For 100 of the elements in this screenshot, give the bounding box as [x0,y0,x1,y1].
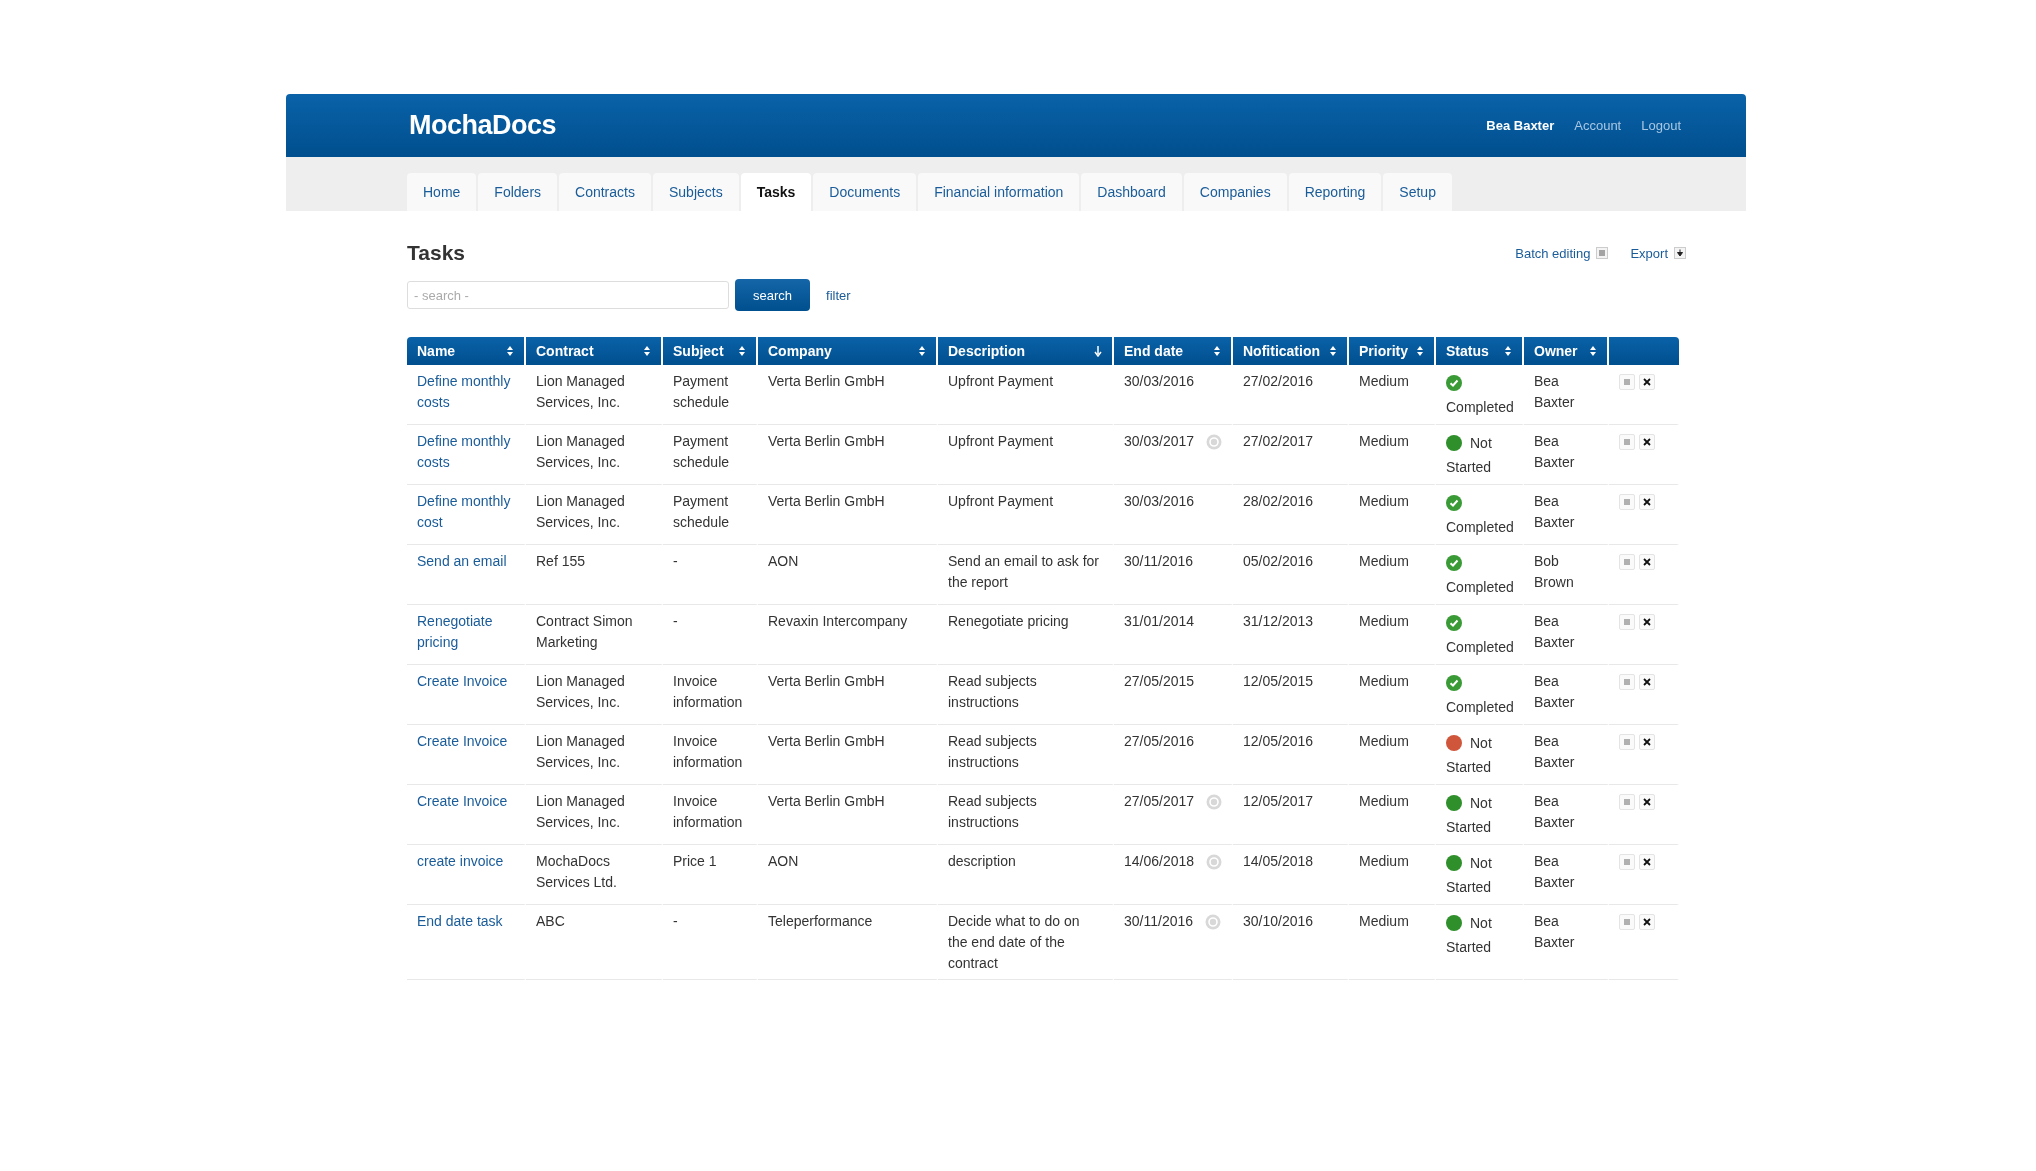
delete-button[interactable] [1639,554,1655,570]
table-cell: Send an email to ask for the report [948,553,1099,590]
table-cell: Medium [1359,493,1409,509]
sort-icon[interactable] [738,345,746,357]
table-cell: Bea Baxter [1534,613,1575,650]
delete-button[interactable] [1639,494,1655,510]
reminder-icon [1206,793,1223,810]
nav-tab[interactable]: Dashboard [1081,173,1182,211]
table-cell: Read subjects instructions [948,673,1037,710]
column-header[interactable]: Name [407,337,526,365]
column-header[interactable]: Owner [1524,337,1609,365]
nav-tab[interactable]: Reporting [1288,173,1382,211]
reminder-icon [1205,913,1222,930]
close-icon [1643,738,1651,746]
nav-tab[interactable]: Contracts [559,173,651,211]
search-button[interactable]: search [735,279,811,311]
table-cell: Verta Berlin GmbH [768,673,885,689]
header-link[interactable]: Logout [1641,118,1681,133]
table-cell: Lion Managed Services, Inc. [536,493,625,530]
table-cell-text: 30/03/2016 [1124,492,1195,511]
table-cell: Read subjects instructions [948,793,1037,830]
table-cell: Bea Baxter [1534,433,1575,470]
delete-button[interactable] [1639,374,1655,390]
list-icon [1623,858,1631,866]
table-cell: Bea Baxter [1534,913,1575,950]
nav-tab[interactable]: Home [407,173,477,211]
status-text: Completed [1446,519,1514,535]
delete-button[interactable] [1639,914,1655,930]
table-cell: Lion Managed Services, Inc. [536,673,625,710]
delete-button[interactable] [1639,674,1655,690]
header-link[interactable]: Account [1574,118,1622,133]
task-link[interactable]: Renegotiate pricing [417,611,514,653]
sort-icon[interactable] [506,345,514,357]
table-cell: Contract Simon Marketing [536,613,633,650]
nav-tab[interactable]: Financial information [918,173,1080,211]
column-header[interactable]: Company [758,337,938,365]
sort-icon[interactable] [918,345,926,357]
table-cell: 05/02/2016 [1243,553,1314,569]
table-cell: Verta Berlin GmbH [768,493,885,509]
sort-icon[interactable] [1213,345,1221,357]
list-icon [1623,378,1631,386]
task-link[interactable]: Create Invoice [417,791,514,812]
nav-tab[interactable]: Folders [478,173,558,211]
column-header[interactable]: Priority [1349,337,1436,365]
table-cell: Medium [1359,433,1409,449]
table-cell: Bea Baxter [1534,853,1575,890]
table-cell: Bea Baxter [1534,493,1575,530]
task-link[interactable]: Define monthly cost [417,491,514,533]
task-link[interactable]: Create Invoice [417,731,514,752]
task-link[interactable]: End date task [417,911,514,932]
sort-icon[interactable] [1329,345,1337,357]
close-icon [1643,858,1651,866]
nav-tab[interactable]: Companies [1183,173,1287,211]
column-header[interactable]: End date [1114,337,1233,365]
sort-icon[interactable] [643,345,651,357]
search-field[interactable]: - search - [407,281,729,309]
delete-button[interactable] [1639,614,1655,630]
action-link[interactable]: Export [1630,245,1686,261]
page-title: Tasks [407,241,465,265]
nav-tab[interactable]: Tasks [740,173,812,211]
task-link[interactable]: Define monthly costs [417,431,514,473]
table-cell: 14/05/2018 [1243,853,1314,869]
nav-tab[interactable]: Documents [813,173,917,211]
table-cell-text: 30/03/2017 [1124,432,1195,451]
delete-button[interactable] [1639,434,1655,450]
reminder-icon [1206,853,1223,870]
user-name: Bea Baxter [1486,118,1555,133]
table-cell: Payment schedule [673,433,730,470]
task-link[interactable]: Define monthly costs [417,371,514,413]
sort-icon[interactable] [1504,345,1512,357]
nav-tab[interactable]: Subjects [652,173,739,211]
nav-tab[interactable]: Setup [1383,173,1452,211]
table-cell: Lion Managed Services, Inc. [536,373,625,410]
column-header[interactable]: Nofitication [1233,337,1349,365]
table-cell: Verta Berlin GmbH [768,733,885,749]
delete-button[interactable] [1639,794,1655,810]
sort-descending-icon[interactable] [1094,345,1102,357]
task-link[interactable]: Send an email [417,551,514,572]
close-icon [1643,678,1651,686]
table-cell: description [948,853,1016,869]
column-header[interactable]: Description [938,337,1114,365]
delete-button[interactable] [1639,734,1655,750]
delete-button[interactable] [1639,854,1655,870]
table-cell: Medium [1359,673,1409,689]
filter-link[interactable]: filter [826,287,851,303]
sort-icon[interactable] [1589,345,1597,357]
table-cell: 12/05/2015 [1243,673,1314,689]
table-cell: AON [768,853,799,869]
sort-icon[interactable] [1416,345,1424,357]
task-link[interactable]: create invoice [417,851,514,872]
table-cell: Lion Managed Services, Inc. [536,733,625,770]
table-cell: Bea Baxter [1534,733,1575,770]
task-link[interactable]: Create Invoice [417,671,514,692]
column-header[interactable]: Subject [663,337,758,365]
column-header[interactable]: Status [1436,337,1524,365]
table-cell: 31/12/2013 [1243,613,1314,629]
table-cell-text: 27/05/2015 [1124,672,1195,691]
action-link[interactable]: Batch editing [1515,245,1609,261]
column-header[interactable]: Contract [526,337,663,365]
table-cell: Bea Baxter [1534,793,1575,830]
